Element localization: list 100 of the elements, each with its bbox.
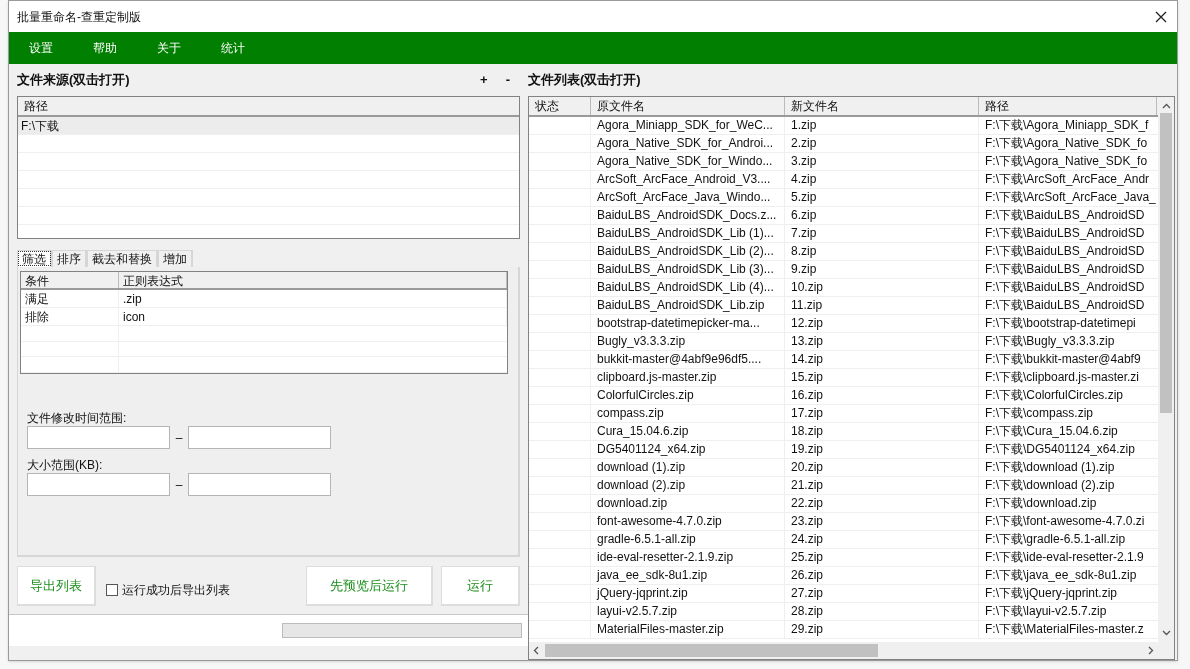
table-cell: 22.zip	[785, 495, 979, 512]
table-cell: BaiduLBS_AndroidSDK_Lib (3)...	[591, 261, 785, 278]
run-button[interactable]: 运行	[441, 566, 520, 606]
column-header: 路径	[18, 97, 519, 117]
scroll-down-icon[interactable]	[1161, 630, 1171, 636]
table-cell: 27.zip	[785, 585, 979, 602]
table-cell: DG5401124_x64.zip	[591, 441, 785, 458]
table-cell: clipboard.js-master.zip	[591, 369, 785, 386]
table-cell: 6.zip	[785, 207, 979, 224]
table-cell: download (2).zip	[591, 477, 785, 494]
table-cell: 2.zip	[785, 135, 979, 152]
table-cell: 排除	[21, 308, 119, 325]
table-cell-text: F:\下载\java_ee_sdk-8u1.zip	[984, 567, 1138, 584]
table-cell-text: F:\下载\ColorfulCircles.zip	[984, 387, 1125, 404]
table-cell-text: F:\下载\BaiduLBS_AndroidSD	[984, 261, 1146, 278]
input-field[interactable]	[188, 473, 331, 496]
scroll-thumb[interactable]	[1160, 113, 1172, 413]
column-header: 正则表达式	[119, 272, 507, 288]
table-cell: 5.zip	[785, 189, 979, 206]
list-row[interactable]: F:\下载	[18, 117, 519, 135]
table-cell-text: F:\下载\layui-v2.5.7.zip	[984, 603, 1108, 620]
table-cell: 11.zip	[785, 297, 979, 314]
table-cell: 16.zip	[785, 387, 979, 404]
table-cell: 24.zip	[785, 531, 979, 548]
table-cell: jQuery-jqprint.zip	[591, 585, 785, 602]
scroll-right-icon[interactable]	[1148, 646, 1154, 655]
scroll-up-icon[interactable]	[1161, 103, 1171, 109]
table-cell: download.zip	[591, 495, 785, 512]
table-cell-text: F:\下载\Agora_Miniapp_SDK_f	[984, 117, 1150, 134]
table-cell-text: F:\下载\bukkit-master@4abf9	[984, 351, 1142, 368]
table-cell: Agora_Native_SDK_for_Androi...	[591, 135, 785, 152]
table-cell: 25.zip	[785, 549, 979, 566]
scroll-left-icon[interactable]	[533, 646, 539, 655]
table-cell: Agora_Native_SDK_for_Windo...	[591, 153, 785, 170]
tab[interactable]: 排序	[52, 250, 87, 267]
menu-item[interactable]: 关于	[149, 39, 205, 57]
table-cell-text: F:\下载\ide-eval-resetter-2.1.9	[984, 549, 1145, 566]
remove-button[interactable]: -	[505, 70, 510, 90]
menu-item[interactable]: 统计	[213, 39, 269, 57]
horizontal-scrollbar[interactable]	[529, 642, 1174, 659]
table-cell-text: F:\下载\font-awesome-4.7.0.zi	[984, 513, 1146, 530]
table-cell: BaiduLBS_AndroidSDK_Docs.z...	[591, 207, 785, 224]
table-cell: 29.zip	[785, 621, 979, 638]
add-button[interactable]: +	[480, 70, 488, 90]
table-cell-text: F:\下载\ArcSoft_ArcFace_Java_	[984, 189, 1157, 206]
input-field[interactable]	[188, 426, 331, 449]
input-field[interactable]	[27, 426, 170, 449]
table-cell: 10.zip	[785, 279, 979, 296]
table-cell-text: F:\下载\BaiduLBS_AndroidSD	[984, 225, 1146, 242]
table-cell: MaterialFiles-master.zip	[591, 621, 785, 638]
field-label: 文件修改时间范围:	[27, 410, 128, 426]
checkbox-label: 运行成功后导出列表	[122, 582, 230, 599]
input-field[interactable]	[27, 473, 170, 496]
tab[interactable]: 增加	[158, 250, 193, 267]
table-cell: bootstrap-datetimepicker-ma...	[591, 315, 785, 332]
table-cell: 13.zip	[785, 333, 979, 350]
tab[interactable]: 截去和替换	[87, 250, 158, 267]
table-cell: icon	[119, 308, 507, 325]
tab[interactable]: 筛选	[17, 250, 52, 267]
table-cell: 9.zip	[785, 261, 979, 278]
table-cell-text: F:\下载\Bugly_v3.3.3.zip	[984, 333, 1116, 350]
table-cell-text: F:\下载\download.zip	[984, 495, 1098, 512]
scroll-thumb[interactable]	[545, 644, 878, 657]
checkbox[interactable]	[106, 584, 118, 596]
table-cell: 15.zip	[785, 369, 979, 386]
table-cell-text: F:\下载\Agora_Native_SDK_fo	[984, 135, 1149, 152]
table-cell-text: F:\下载\download (2).zip	[984, 477, 1116, 494]
close-icon[interactable]	[1155, 10, 1167, 23]
section-title: 文件列表(双击打开)	[528, 71, 641, 90]
table-cell-text: F:\下载\compass.zip	[984, 405, 1095, 422]
table-cell-text: F:\下载\gradle-6.5.1-all.zip	[984, 531, 1127, 548]
table-cell-text: F:\下载\download (1).zip	[984, 459, 1116, 476]
table-cell-text: F:\下载\Agora_Native_SDK_fo	[984, 153, 1149, 170]
table-cell: ArcSoft_ArcFace_Java_Windo...	[591, 189, 785, 206]
range-separator: –	[174, 476, 184, 494]
table-cell: bukkit-master@4abf9e96df5....	[591, 351, 785, 368]
range-separator: –	[174, 429, 184, 447]
table-cell: font-awesome-4.7.0.zip	[591, 513, 785, 530]
column-header: 新文件名	[785, 97, 979, 115]
table-cell-text: F:\下载\bootstrap-datetimepi	[984, 315, 1137, 332]
menu-item[interactable]: 帮助	[85, 39, 141, 57]
table-cell-text: F:\下载\jQuery-jqprint.zip	[984, 585, 1119, 602]
preview-run-button[interactable]: 先预览后运行	[306, 566, 433, 606]
column-header: 状态	[529, 97, 591, 115]
table-cell: BaiduLBS_AndroidSDK_Lib (2)...	[591, 243, 785, 260]
table-cell: layui-v2.5.7.zip	[591, 603, 785, 620]
table-cell: Cura_15.04.6.zip	[591, 423, 785, 440]
table-cell: 12.zip	[785, 315, 979, 332]
table-cell: BaiduLBS_AndroidSDK_Lib.zip	[591, 297, 785, 314]
table-cell: ArcSoft_ArcFace_Android_V3....	[591, 171, 785, 188]
column-header: 原文件名	[591, 97, 785, 115]
table-cell: 20.zip	[785, 459, 979, 476]
table-cell-text: F:\下载\Cura_15.04.6.zip	[984, 423, 1119, 440]
export-button[interactable]: 导出列表	[17, 566, 96, 606]
vertical-scrollbar[interactable]	[1158, 97, 1174, 642]
table-cell-text: F:\下载\BaiduLBS_AndroidSD	[984, 243, 1146, 260]
table-cell-text: F:\下载\clipboard.js-master.zi	[984, 369, 1141, 386]
menu-item[interactable]: 设置	[21, 39, 77, 57]
table-cell: java_ee_sdk-8u1.zip	[591, 567, 785, 584]
table-cell: ide-eval-resetter-2.1.9.zip	[591, 549, 785, 566]
